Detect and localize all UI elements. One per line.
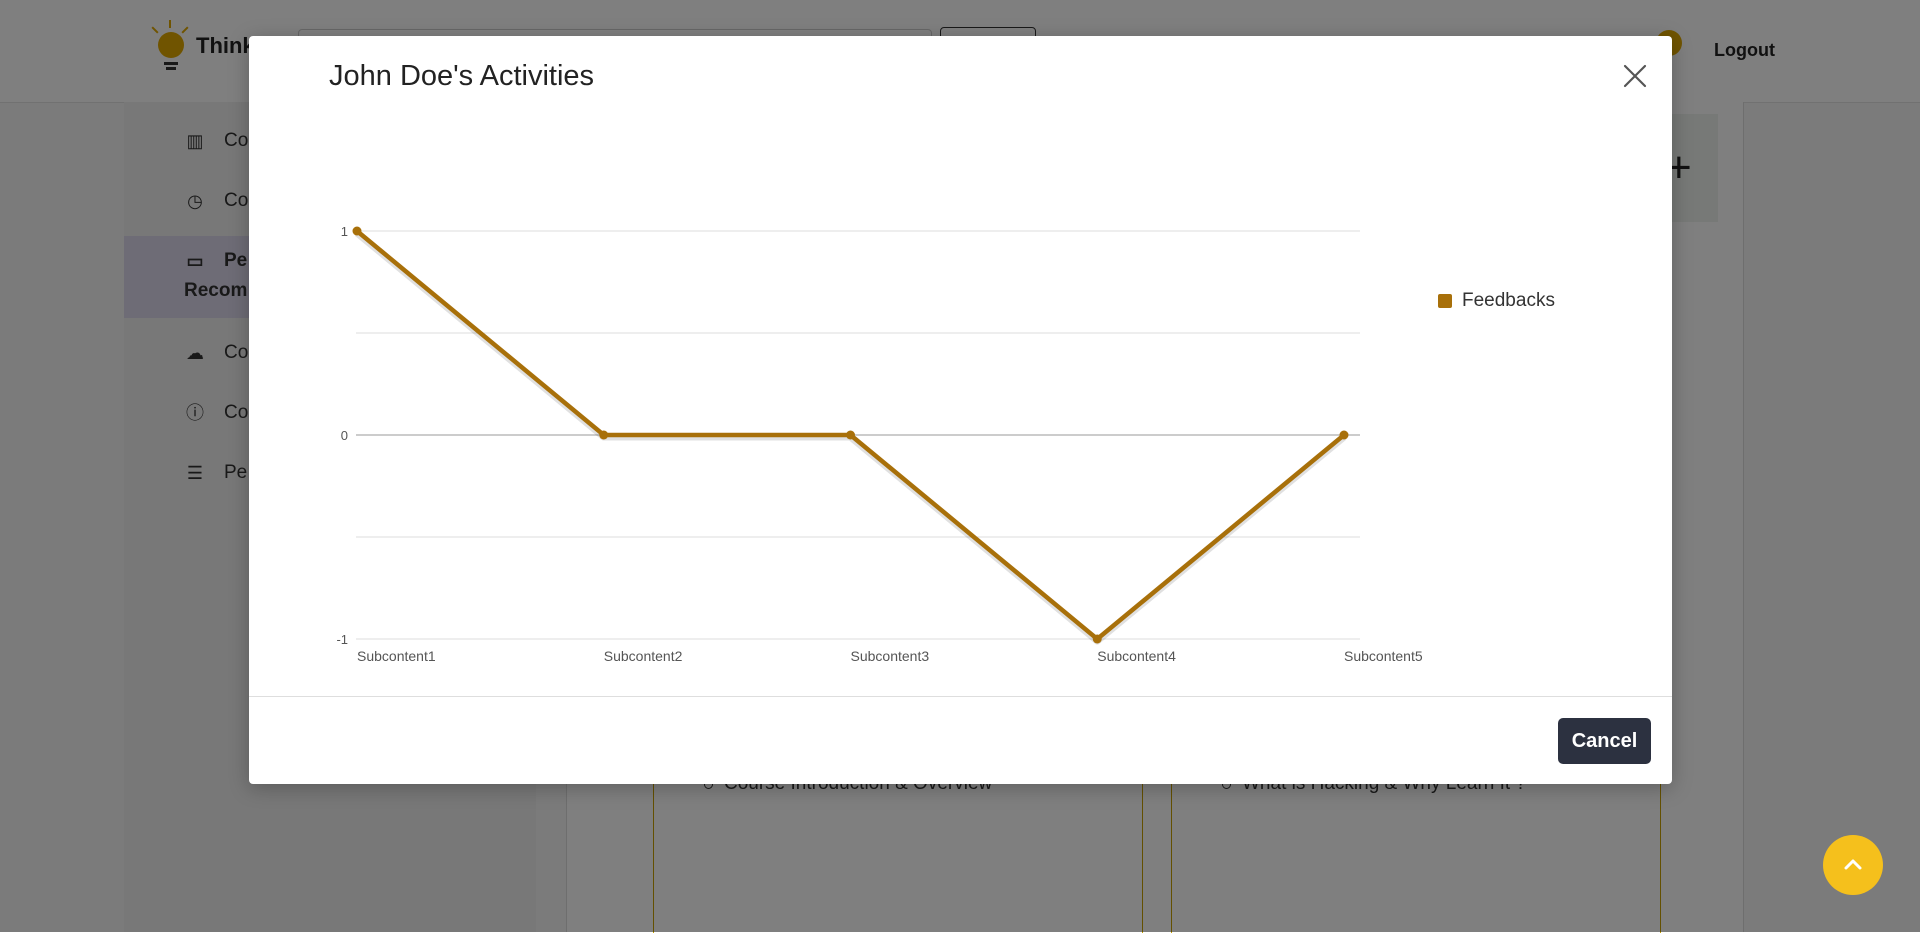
data-point xyxy=(599,430,609,440)
data-point xyxy=(846,430,855,440)
chart-legend[interactable]: Feedbacks xyxy=(1438,290,1555,312)
legend-swatch xyxy=(1438,294,1452,308)
data-point xyxy=(1092,634,1102,644)
x-tick-label: Subcontent2 xyxy=(604,648,683,664)
y-tick-label: 1 xyxy=(341,224,348,239)
activities-modal: John Doe's Activities 1 0 -1 Subcontent1 Sub… xyxy=(249,36,1672,784)
close-button[interactable] xyxy=(1619,60,1651,92)
modal-title: John Doe's Activities xyxy=(329,60,595,92)
data-point xyxy=(1339,430,1349,440)
activities-chart: 1 0 -1 Subcontent1 Subcontent2 Subcontent3 Sub… xyxy=(249,136,1672,696)
cancel-button[interactable]: Cancel xyxy=(1558,718,1651,764)
x-tick-label: Subcontent5 xyxy=(1344,648,1423,664)
close-icon xyxy=(1623,64,1647,88)
data-point xyxy=(352,226,362,236)
legend-label: Feedbacks xyxy=(1462,290,1555,311)
y-tick-label: -1 xyxy=(336,632,348,647)
scroll-to-top-button[interactable] xyxy=(1823,835,1883,895)
chevron-up-icon xyxy=(1844,859,1862,870)
y-tick-label: 0 xyxy=(341,428,348,443)
x-tick-label: Subcontent4 xyxy=(1097,648,1176,664)
modal-footer-divider xyxy=(249,696,1672,697)
line-chart: 1 0 -1 Subcontent1 Subcontent2 Subcontent3 Sub… xyxy=(336,224,1423,664)
x-tick-label: Subcontent3 xyxy=(851,648,930,664)
x-tick-label: Subcontent1 xyxy=(357,648,436,664)
